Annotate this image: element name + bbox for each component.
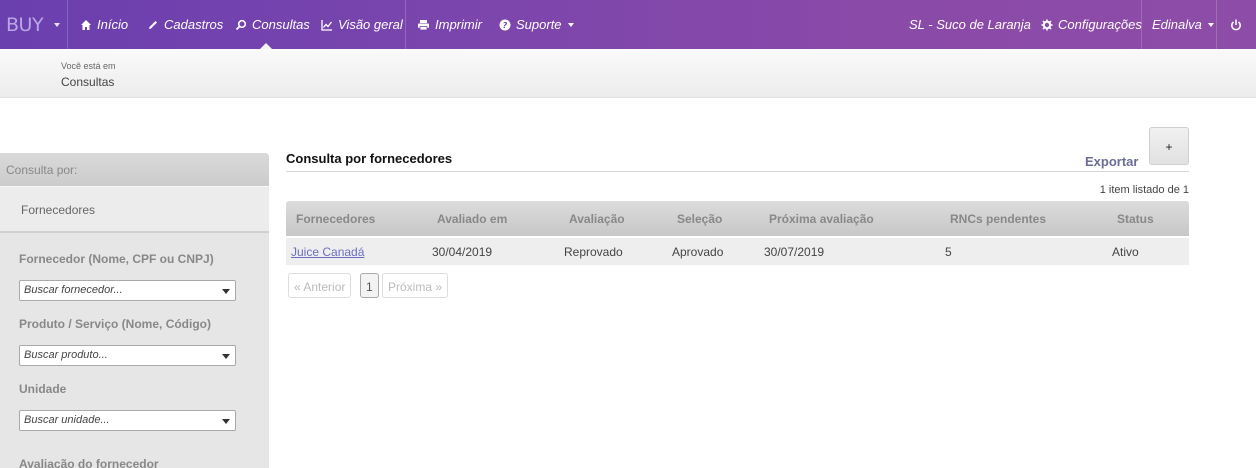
home-icon	[81, 19, 91, 30]
logout-button[interactable]	[1230, 0, 1247, 49]
table-cell-fornecedor: Juice Canadá	[291, 245, 364, 259]
company-name: SL - Suco de Laranja	[909, 17, 1031, 32]
pagination-page-button[interactable]: 1	[360, 273, 379, 298]
nav-suporte-label: Suporte	[516, 17, 562, 32]
nav-divider	[1216, 0, 1217, 49]
chevron-down-icon	[222, 419, 230, 424]
nav-configuracoes-label: Configurações	[1058, 17, 1142, 32]
add-button[interactable]: +	[1149, 127, 1189, 165]
pagination-next-button[interactable]: Próxima »	[382, 273, 449, 298]
top-navbar: BUY Início Cadastros Consultas Visão ger…	[0, 0, 1256, 49]
user-name: Edinalva	[1152, 17, 1202, 32]
fornecedor-select[interactable]: Buscar fornecedor...	[19, 280, 236, 301]
user-menu[interactable]: Edinalva	[1152, 0, 1214, 49]
column-header[interactable]: Status	[1117, 212, 1154, 226]
filter-sidebar: Consulta por: Fornecedores Fornecedor (N…	[0, 153, 269, 468]
svg-text:?: ?	[503, 21, 508, 30]
table-cell: 30/04/2019	[432, 245, 493, 259]
nav-cadastros[interactable]: Cadastros	[147, 0, 223, 49]
column-header[interactable]: Avaliação	[569, 212, 625, 226]
export-link[interactable]: Exportar	[1085, 154, 1138, 169]
sidebar-header: Consulta por:	[0, 153, 269, 186]
column-header[interactable]: Seleção	[677, 212, 722, 226]
brand-menu[interactable]: BUY	[0, 0, 68, 49]
fornecedor-filter-label: Fornecedor (Nome, CPF ou CNPJ)	[19, 252, 214, 266]
nav-consultas[interactable]: Consultas	[235, 0, 310, 49]
chevron-down-icon	[567, 22, 574, 27]
printer-icon	[418, 19, 429, 30]
column-header[interactable]: Fornecedores	[296, 212, 375, 226]
title-divider	[286, 171, 1189, 172]
nav-configuracoes[interactable]: Configurações	[1041, 0, 1142, 49]
chevron-down-icon	[54, 22, 61, 27]
nav-suporte[interactable]: ? Suporte	[499, 0, 574, 49]
nav-divider	[405, 0, 406, 49]
breadcrumb-prefix: Você está em	[61, 61, 116, 71]
nav-visao-geral-label: Visão geral	[338, 17, 403, 32]
chevron-down-icon	[1207, 22, 1214, 27]
unidade-select[interactable]: Buscar unidade...	[19, 410, 236, 431]
breadcrumb: Você está em Consultas	[0, 49, 1256, 98]
nav-inicio-label: Início	[97, 17, 129, 32]
table-cell: Aprovado	[672, 245, 724, 259]
unidade-select-placeholder: Buscar unidade...	[24, 414, 110, 426]
avaliacao-filter-label: Avaliação do fornecedor	[19, 457, 159, 468]
nav-imprimir[interactable]: Imprimir	[417, 0, 482, 49]
line-chart-icon	[321, 19, 333, 31]
produto-filter-label: Produto / Serviço (Nome, Código)	[19, 317, 212, 331]
sidebar-item-fornecedores[interactable]: Fornecedores	[0, 186, 269, 233]
result-count: 1 item listado de 1	[1099, 184, 1189, 196]
table-cell: Ativo	[1112, 245, 1139, 259]
search-icon	[235, 19, 247, 30]
gear-icon	[1041, 19, 1053, 30]
company-selector[interactable]: SL - Suco de Laranja	[909, 0, 1031, 49]
table-cell: 5	[945, 245, 952, 259]
unidade-filter-label: Unidade	[19, 382, 67, 396]
table-header: Fornecedores Avaliado em Avaliação Seleç…	[286, 201, 1189, 236]
supplier-link[interactable]: Juice Canadá	[291, 245, 364, 259]
brand-logo: BUY	[6, 13, 44, 36]
nav-cadastros-label: Cadastros	[164, 17, 224, 32]
fornecedor-select-placeholder: Buscar fornecedor...	[24, 284, 123, 296]
page-title: Consulta por fornecedores	[286, 151, 453, 166]
table-row: Juice Canadá 30/04/2019 Reprovado Aprova…	[286, 238, 1189, 265]
chevron-down-icon	[222, 289, 230, 294]
chevron-down-icon	[222, 354, 230, 359]
nav-consultas-label: Consultas	[252, 17, 310, 32]
column-header[interactable]: RNCs pendentes	[950, 212, 1046, 226]
question-circle-icon: ?	[499, 19, 511, 30]
table-cell: Reprovado	[564, 245, 623, 259]
pencil-icon	[149, 20, 157, 29]
nav-visao-geral[interactable]: Visão geral	[321, 0, 403, 49]
column-header[interactable]: Próxima avaliação	[769, 212, 874, 226]
pagination-prev-button[interactable]: « Anterior	[288, 273, 352, 298]
produto-select-placeholder: Buscar produto...	[24, 349, 108, 361]
power-icon	[1231, 19, 1241, 30]
table-cell: 30/07/2019	[764, 245, 825, 259]
breadcrumb-current: Consultas	[61, 75, 115, 89]
nav-inicio[interactable]: Início	[80, 0, 128, 49]
column-header[interactable]: Avaliado em	[437, 212, 507, 226]
nav-divider	[1141, 0, 1142, 49]
nav-imprimir-label: Imprimir	[435, 17, 482, 32]
produto-select[interactable]: Buscar produto...	[19, 345, 236, 366]
